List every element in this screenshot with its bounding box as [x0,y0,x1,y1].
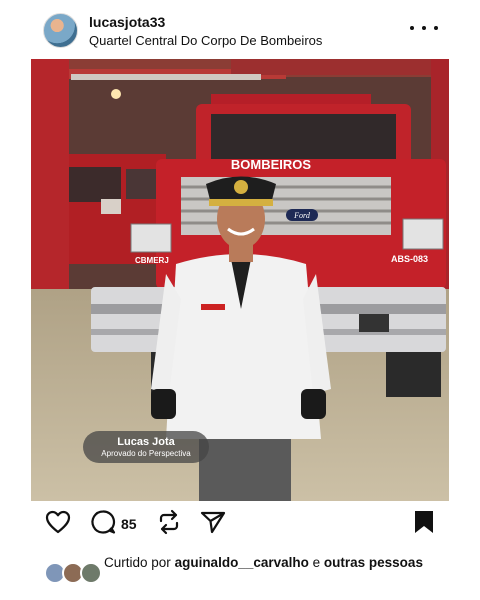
liker-avatar [80,562,102,584]
likes-summary: Curtido por aguinaldo__carvalho e outras… [0,552,480,592]
comment-count: 85 [121,516,137,532]
likes-prefix: Curtido por [104,555,171,570]
image-caption-overlay: Lucas Jota Aprovado do Perspectiva [83,431,209,463]
post-actions: 85 [0,508,480,540]
comment-icon[interactable] [89,508,117,536]
truck-sign: BOMBEIROS [231,157,312,172]
post-image[interactable]: BOMBEIROS CBMERJ ABS-083 Ford Lucas Jota… [31,59,449,501]
likes-connector: e [312,555,321,570]
location-label[interactable]: Quartel Central Do Corpo De Bombeiros [89,33,322,48]
heart-icon[interactable] [44,508,72,536]
truck-right-plate: ABS-083 [391,254,428,264]
send-icon[interactable] [199,508,227,536]
others-link[interactable]: outras pessoas [324,555,423,570]
liker-username[interactable]: aguinaldo__carvalho [175,555,309,570]
truck-brand: Ford [293,211,311,220]
caption-name: Lucas Jota [117,436,175,448]
likes-text[interactable]: Curtido por aguinaldo__carvalho e outras… [104,554,444,571]
liker-avatars[interactable] [44,562,102,584]
profile-avatar[interactable] [43,13,78,48]
caption-subtitle: Aprovado do Perspectiva [101,449,191,458]
more-options-icon[interactable] [410,18,438,38]
repost-icon[interactable] [155,508,183,536]
post-header: lucasjota33 Quartel Central Do Corpo De … [0,0,480,58]
bookmark-icon[interactable] [410,508,438,536]
truck-left-plate: CBMERJ [135,256,169,265]
username[interactable]: lucasjota33 [89,14,165,30]
